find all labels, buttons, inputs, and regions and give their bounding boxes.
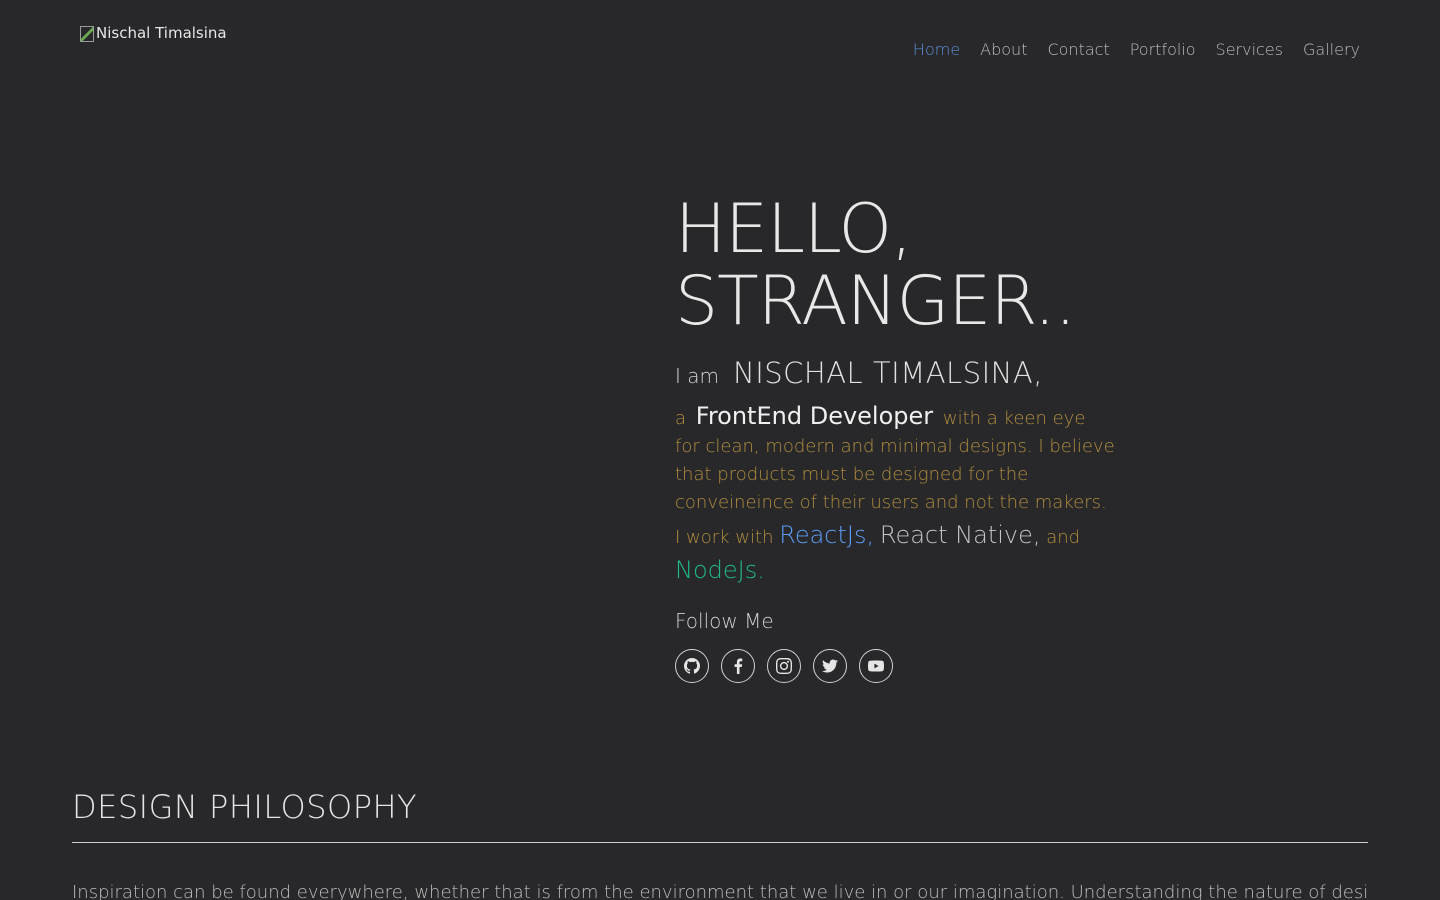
tech-react-native: React Native, [879, 521, 1041, 549]
article-a: a [675, 408, 687, 429]
twitter-link[interactable] [813, 649, 847, 683]
nav-about[interactable]: About [980, 40, 1027, 59]
youtube-icon [868, 660, 884, 672]
and-label: and [1046, 527, 1081, 548]
tech-nodejs: NodeJs. [675, 556, 765, 584]
design-philosophy-text: Inspiration can be found everywhere, whe… [72, 882, 1368, 900]
broken-image-icon [80, 26, 94, 42]
facebook-icon [734, 658, 743, 674]
youtube-link[interactable] [859, 649, 893, 683]
instagram-link[interactable] [767, 649, 801, 683]
instagram-icon [776, 658, 792, 674]
social-links [675, 649, 1115, 683]
author-name: NISCHAL TIMALSINA, [733, 356, 1043, 390]
nav-portfolio[interactable]: Portfolio [1130, 40, 1196, 59]
nav-gallery[interactable]: Gallery [1303, 40, 1360, 59]
intro-line: I am NISCHAL TIMALSINA, [675, 356, 1115, 390]
hero-heading-line1: HELLO, [675, 190, 913, 269]
work-with-label: I work with [675, 527, 774, 548]
follow-me-label: Follow Me [675, 609, 774, 633]
nav-services[interactable]: Services [1216, 40, 1283, 59]
hero-description: a FrontEnd Developer with a keen eye for… [675, 402, 1115, 589]
nav-home[interactable]: Home [913, 40, 960, 59]
i-am-label: I am [675, 364, 719, 388]
hero-section: HELLO, STRANGER.. I am NISCHAL TIMALSINA… [675, 194, 1115, 683]
github-link[interactable] [675, 649, 709, 683]
hero-heading: HELLO, STRANGER.. [675, 194, 1115, 338]
role-title: FrontEnd Developer [695, 402, 934, 430]
tech-reactjs: ReactJs, [779, 521, 875, 549]
section-divider [72, 842, 1368, 843]
tech-line: I work with ReactJs, React Native, and N… [675, 519, 1115, 589]
logo-alt-text: Nischal Timalsina [96, 24, 227, 42]
hero-heading-line2: STRANGER.. [675, 262, 1076, 341]
github-icon [684, 658, 700, 674]
facebook-link[interactable] [721, 649, 755, 683]
design-philosophy-heading: DESIGN PHILOSOPHY [72, 788, 418, 826]
logo[interactable]: Nischal Timalsina [80, 24, 227, 42]
twitter-icon [822, 659, 838, 673]
nav-contact[interactable]: Contact [1047, 40, 1109, 59]
main-nav: Home About Contact Portfolio Services Ga… [913, 40, 1360, 59]
